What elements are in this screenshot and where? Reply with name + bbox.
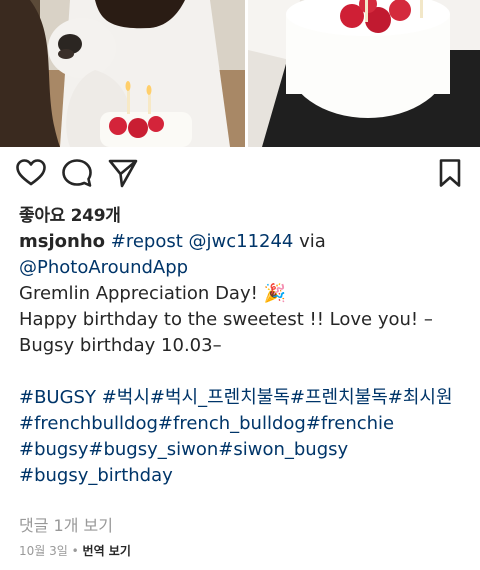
bookmark-icon [439, 159, 461, 187]
post-caption: msjonho #repost @jwc11244 via @PhotoArou… [19, 229, 464, 489]
caption-text: via [299, 231, 326, 252]
comment-button[interactable] [61, 157, 93, 189]
repost-mention-link[interactable]: #repost @jwc11244 [105, 231, 294, 252]
likes-count[interactable]: 좋아요 249개 [19, 201, 121, 226]
like-button[interactable] [15, 157, 47, 189]
post-date: 10월 3일 [19, 544, 68, 558]
share-button[interactable] [107, 157, 139, 189]
username-link[interactable]: msjonho [19, 231, 105, 252]
see-translation-link[interactable]: 번역 보기 [83, 544, 131, 558]
meta-separator: • [71, 544, 79, 558]
comment-bubble-icon [62, 159, 92, 187]
hashtags[interactable]: #BUGSY #벅시#벅시_프렌치불독#프렌치불독#최시원 #frenchbul… [19, 387, 453, 486]
heart-icon [16, 159, 46, 186]
photoaroundapp-mention-link[interactable]: @PhotoAroundApp [19, 257, 188, 278]
paper-plane-icon [108, 159, 138, 188]
post-photo[interactable] [0, 0, 480, 147]
action-bar [0, 147, 480, 197]
post-meta: 10월 3일 • 번역 보기 [19, 542, 131, 559]
photo-illustration [0, 0, 480, 147]
view-comments-link[interactable]: 댓글 1개 보기 [19, 512, 113, 536]
caption-body-text: Gremlin Appreciation Day! 🎉 Happy birthd… [19, 283, 433, 356]
save-button[interactable] [434, 157, 466, 189]
